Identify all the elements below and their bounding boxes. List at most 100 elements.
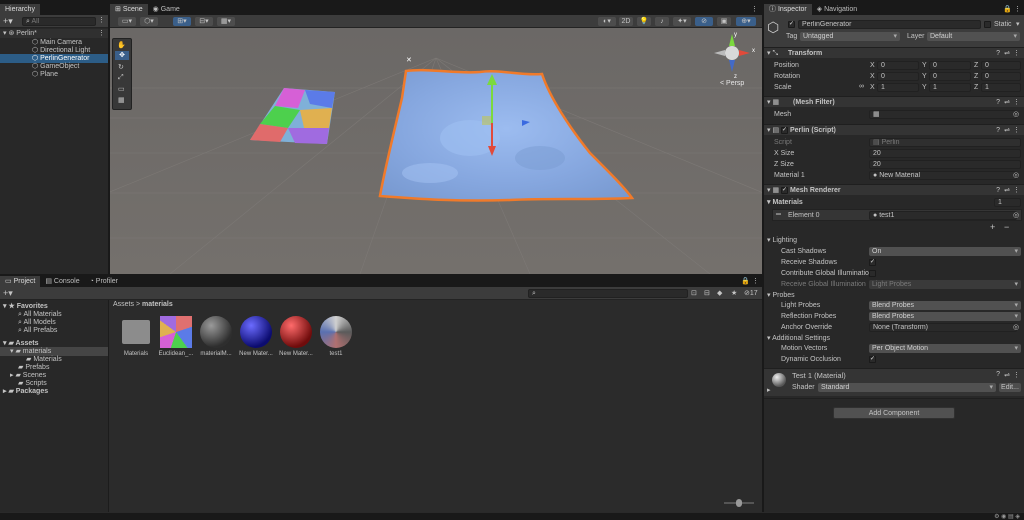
component-menu-icon[interactable]: ⋮ <box>1013 185 1020 196</box>
object-picker-icon[interactable]: ◎ <box>1013 110 1019 118</box>
project-menu-icon[interactable]: ⋮ <box>752 277 759 285</box>
asset-test1[interactable]: test1 <box>318 316 354 357</box>
tree-favorite-all-prefabs[interactable]: ⌕ All Prefabs <box>0 326 108 335</box>
help-icon[interactable]: ? <box>996 371 1000 378</box>
gizmos-button[interactable]: ⊕▾ <box>736 17 756 26</box>
element0-field[interactable]: ● test1 <box>869 211 1017 220</box>
scene-camera-button[interactable]: ▣ <box>717 17 731 26</box>
receive-shadows-checkbox[interactable]: ✓ <box>869 259 876 266</box>
asset-new-material-red[interactable]: New Mater... <box>278 316 314 357</box>
scene-menu-icon[interactable]: ⋮ <box>98 29 105 38</box>
draw-mode-button[interactable]: ▭▾ <box>118 17 136 26</box>
tab-project[interactable]: ▭ Project <box>0 276 41 287</box>
static-dropdown-icon[interactable]: ▾ <box>1016 20 1020 28</box>
reflection-probes-dropdown[interactable]: Blend Probes <box>869 312 1021 321</box>
materials-foldout[interactable]: ▾ Materials <box>767 198 803 207</box>
expand-arrow-icon[interactable]: ▸ <box>767 386 771 394</box>
hidden-packages-icon[interactable]: ⊘17 <box>744 289 758 297</box>
tab-console[interactable]: ▤ Console <box>40 276 84 287</box>
component-menu-icon[interactable]: ⋮ <box>1013 371 1020 379</box>
mesh-renderer-header[interactable]: ▾ ▦ ✓ Mesh Renderer ? ⇌ ⋮ <box>764 184 1024 195</box>
effects-button[interactable]: ✦▾ <box>673 17 691 26</box>
tag-icon[interactable]: ◆ <box>717 289 722 297</box>
hand-tool-icon[interactable]: ✋ <box>117 41 126 49</box>
thumbnail-size-slider[interactable] <box>724 499 754 507</box>
rotation-z-label[interactable]: Z <box>974 72 978 81</box>
tab-hierarchy[interactable]: Hierarchy <box>0 4 40 15</box>
asset-folder-materials[interactable]: Materials <box>118 316 154 357</box>
scale-x-label[interactable]: X <box>870 83 875 92</box>
renderer-enabled-checkbox[interactable]: ✓ <box>781 186 789 194</box>
asset-new-material-blue[interactable]: New Mater... <box>238 316 274 357</box>
help-icon[interactable]: ? <box>996 185 1000 196</box>
object-picker-icon[interactable]: ◎ <box>1013 211 1019 219</box>
help-icon[interactable]: ? <box>996 97 1000 108</box>
asset-euclidean-texture[interactable]: Euclidean_... <box>158 316 194 357</box>
breadcrumb-root[interactable]: Assets <box>113 301 134 308</box>
inspector-menu-icon[interactable]: ⋮ <box>1014 5 1021 13</box>
create-icon[interactable]: +▾ <box>3 288 13 299</box>
star-icon[interactable]: ★ <box>731 289 737 297</box>
rotation-x-label[interactable]: X <box>870 72 875 81</box>
object-picker-icon[interactable]: ◎ <box>1013 323 1019 331</box>
shading-button[interactable]: ⬡▾ <box>140 17 158 26</box>
rotation-y-label[interactable]: Y <box>922 72 927 81</box>
materials-count-field[interactable]: 1 <box>994 198 1021 207</box>
scale-y-field[interactable]: 1 <box>929 83 971 92</box>
status-icons[interactable]: ⚙ ◉ ▤ ◈ <box>994 513 1020 520</box>
preset-icon[interactable]: ⇌ <box>1004 371 1010 379</box>
position-x-field[interactable]: 0 <box>877 61 919 70</box>
lighting-foldout[interactable]: ▾ Lighting <box>767 236 797 245</box>
preset-icon[interactable]: ⇌ <box>1004 125 1010 136</box>
preset-icon[interactable]: ⇌ <box>1004 185 1010 196</box>
link-icon[interactable]: ∞ <box>859 83 864 90</box>
layer-dropdown[interactable]: Default <box>927 32 1020 41</box>
script-enabled-checkbox[interactable]: ✓ <box>781 126 789 134</box>
edit-shader-button[interactable]: Edit... <box>999 383 1021 392</box>
scale-z-field[interactable]: 1 <box>981 83 1021 92</box>
drag-handle-icon[interactable]: ═ <box>776 211 781 218</box>
tab-profiler[interactable]: ◔ Profiler <box>85 276 123 287</box>
breadcrumb-current[interactable]: materials <box>142 301 173 308</box>
tab-inspector[interactable]: ⓘ Inspector <box>764 4 812 15</box>
add-icon[interactable]: +▾ <box>3 16 13 27</box>
render-mode-button[interactable]: ◐▾ <box>598 17 616 26</box>
xsize-field[interactable]: 20 <box>869 149 1021 158</box>
scale-tool-icon[interactable]: ⤢ <box>118 74 124 82</box>
hierarchy-scene-row[interactable]: ▾ ⊛ Perlin* ⋮ <box>0 29 108 38</box>
contribute-gi-checkbox[interactable] <box>869 270 876 277</box>
position-y-label[interactable]: Y <box>922 61 927 70</box>
move-tool-icon[interactable]: ✥ <box>115 51 129 60</box>
active-checkbox[interactable]: ✓ <box>788 21 795 28</box>
mesh-filter-header[interactable]: ▾ ▦ (Mesh Filter) ? ⇌ ⋮ <box>764 96 1024 107</box>
motion-vectors-dropdown[interactable]: Per Object Motion <box>869 344 1021 353</box>
position-x-label[interactable]: X <box>870 61 875 70</box>
additional-settings-foldout[interactable]: ▾ Additional Settings <box>767 334 830 343</box>
rotation-y-field[interactable]: 0 <box>929 72 971 81</box>
position-y-field[interactable]: 0 <box>929 61 971 70</box>
scene-viewport[interactable]: ✕ y x z < Persp <box>110 28 762 274</box>
scale-y-label[interactable]: Y <box>922 83 927 92</box>
lighting-toggle-button[interactable]: 💡 <box>637 17 651 26</box>
help-icon[interactable]: ? <box>996 48 1000 59</box>
material1-field[interactable]: ● New Material <box>869 171 1017 180</box>
rect-tool-icon[interactable]: ▭ <box>118 85 125 93</box>
light-probes-dropdown[interactable]: Blend Probes <box>869 301 1021 310</box>
toggle-2d-button[interactable]: 2D <box>619 17 633 26</box>
preset-icon[interactable]: ⇌ <box>1004 97 1010 108</box>
persp-label[interactable]: < Persp <box>720 80 744 87</box>
position-z-field[interactable]: 0 <box>981 61 1021 70</box>
scale-z-label[interactable]: Z <box>974 83 978 92</box>
tab-game[interactable]: ◉ Game <box>148 4 185 15</box>
add-component-button[interactable]: Add Component <box>833 407 955 419</box>
asset-material-m[interactable]: materialM... <box>198 316 234 357</box>
project-search-input[interactable]: ⌕ <box>528 289 688 298</box>
add-element-icon[interactable]: + <box>990 222 995 232</box>
tag-dropdown[interactable]: Untagged <box>800 32 900 41</box>
component-menu-icon[interactable]: ⋮ <box>1013 125 1020 136</box>
rotate-tool-icon[interactable]: ↻ <box>118 63 124 71</box>
tree-packages[interactable]: ▸ ▰ Packages <box>0 387 108 396</box>
gameobject-name-input[interactable]: PerlinGenerator <box>798 20 981 29</box>
pivot-button[interactable]: ⊟▾ <box>195 17 213 26</box>
probes-foldout[interactable]: ▾ Probes <box>767 291 795 300</box>
